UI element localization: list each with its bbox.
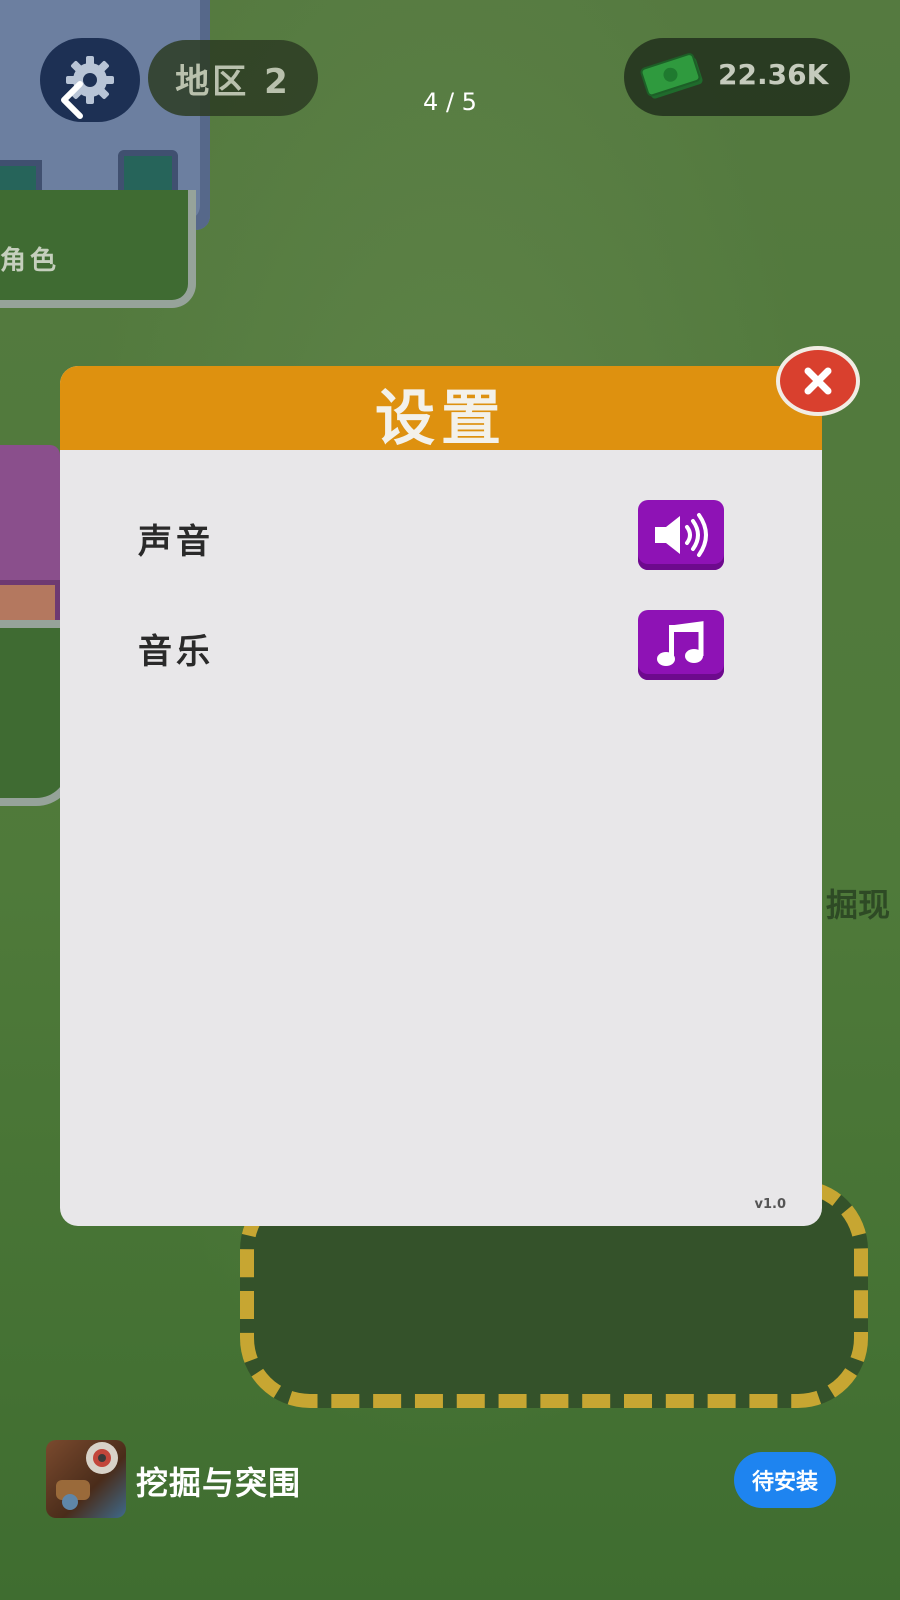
page-indicator: 4 / 5 xyxy=(423,88,477,116)
speaker-icon xyxy=(655,513,708,557)
cash-icon xyxy=(640,53,703,99)
setting-label-sound: 声音 xyxy=(138,522,214,562)
sound-toggle-button[interactable] xyxy=(638,500,724,570)
dialog-header: 设置 xyxy=(60,366,822,454)
app-logo-icon xyxy=(56,1442,118,1510)
region-label: 地区 2 xyxy=(148,40,318,116)
setting-label-music: 音乐 xyxy=(138,632,214,672)
dialog-title: 设置 xyxy=(375,384,507,454)
building-label: 角色 xyxy=(0,246,61,276)
music-note-icon xyxy=(657,621,704,666)
currency-value: 22.36K xyxy=(718,58,829,91)
setting-row-music: 音乐 xyxy=(138,610,748,682)
close-button[interactable] xyxy=(776,346,860,416)
ad-app-name[interactable]: 挖掘与突围 xyxy=(136,1458,301,1504)
currency-display: 22.36K xyxy=(624,38,850,116)
ad-app-icon[interactable] xyxy=(46,1440,126,1518)
music-toggle-button[interactable] xyxy=(638,610,724,680)
side-text: 掘现 xyxy=(826,886,891,924)
version-label: v1.0 xyxy=(754,1197,786,1212)
setting-row-sound: 声音 xyxy=(138,500,748,572)
settings-dialog: 设置 声音 音乐 v1.0 xyxy=(60,366,822,1226)
chevron-left-icon xyxy=(61,81,83,119)
install-button[interactable]: 待安装 xyxy=(734,1452,836,1508)
back-button[interactable] xyxy=(52,78,92,122)
close-icon xyxy=(804,367,832,395)
